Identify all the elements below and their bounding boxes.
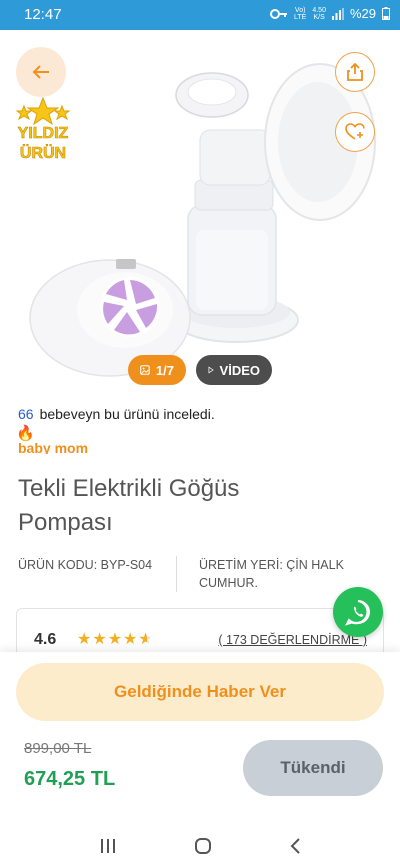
brand-name[interactable]: baby mom xyxy=(18,440,88,454)
play-icon xyxy=(208,366,214,374)
product-code: ÜRÜN KODU: BYP-S04 xyxy=(18,558,153,572)
recent-apps-icon[interactable] xyxy=(99,838,117,854)
notify-when-available-button[interactable]: Geldiğinde Haber Ver xyxy=(16,663,384,721)
battery-icon xyxy=(382,7,390,20)
product-title: Tekli Elektrikli Göğüs Pompası xyxy=(18,475,240,536)
status-time: 12:47 xyxy=(24,6,62,23)
whatsapp-icon xyxy=(345,600,370,626)
battery-percent: %29 xyxy=(349,6,376,21)
photo-gallery-button[interactable]: 1/7 xyxy=(128,355,186,385)
purchase-panel: Geldiğinde Haber Ver 899,00 TL 674,25 TL… xyxy=(0,652,400,826)
star-icon: ★ xyxy=(92,631,108,648)
rating-value: 4.6 xyxy=(34,631,57,648)
review-summary: 66 bebeveyn bu ürünü inceledi. xyxy=(18,406,215,422)
star-icon: ★ xyxy=(77,631,93,648)
status-bar: 12:47 Vo) LTE 4.50 K/S %29 xyxy=(0,0,400,30)
share-button[interactable] xyxy=(335,52,375,92)
volte-indicator: Vo) LTE xyxy=(294,6,307,21)
meta-divider xyxy=(176,556,177,592)
status-icons: Vo) LTE 4.50 K/S %29 xyxy=(270,6,390,21)
current-price: 674,25 TL xyxy=(24,768,116,790)
reviews-link[interactable]: ( 173 DEĞERLENDİRME ) xyxy=(218,633,367,647)
system-nav-bar xyxy=(0,826,400,866)
star-product-badge: YILDIZ ÜRÜN xyxy=(8,96,78,166)
key-icon xyxy=(270,8,288,19)
signal-icon xyxy=(331,7,344,20)
review-count: 66 xyxy=(18,406,34,422)
favorite-button[interactable] xyxy=(335,112,375,152)
old-price: 899,00 TL xyxy=(24,740,92,757)
arrow-left-icon xyxy=(32,65,49,79)
video-label: VİDEO xyxy=(219,362,260,378)
sold-out-button: Tükendi xyxy=(243,740,383,796)
half-star-icon: ★ ★ xyxy=(138,631,154,648)
badge-line2: ÜRÜN xyxy=(20,143,66,162)
product-image-carousel[interactable]: YILDIZ ÜRÜN 1/7 VİDEO xyxy=(0,30,400,395)
star-icon: ★ xyxy=(107,631,124,648)
star-icon: ★ xyxy=(123,631,139,648)
star-badge-icon: YILDIZ ÜRÜN xyxy=(15,96,71,162)
heart-plus-icon xyxy=(345,123,365,140)
review-text: bebeveyn bu ürünü inceledi. xyxy=(39,406,215,422)
home-icon[interactable] xyxy=(194,837,212,855)
share-icon xyxy=(347,62,363,81)
network-speed: 4.50 K/S xyxy=(312,6,326,21)
image-icon xyxy=(140,365,150,375)
badge-line1: YILDIZ xyxy=(18,125,69,142)
back-button[interactable] xyxy=(16,47,66,97)
back-nav-icon[interactable] xyxy=(289,837,301,855)
video-button[interactable]: VİDEO xyxy=(196,355,272,385)
photo-counter: 1/7 xyxy=(155,362,174,378)
whatsapp-button[interactable] xyxy=(333,587,383,637)
rating-stars: ★★★★★ ★ xyxy=(77,629,154,649)
